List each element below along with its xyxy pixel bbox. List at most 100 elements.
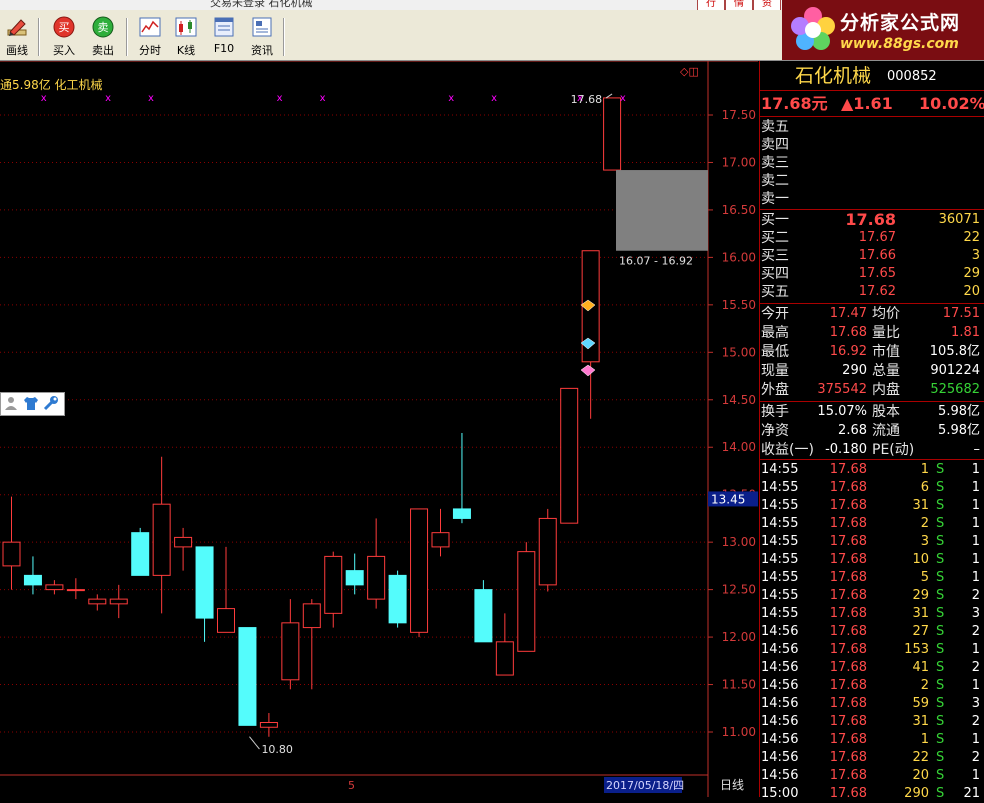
price-tick-label: 13.00 bbox=[722, 535, 756, 549]
tick-row: 14:55 17.68 31 S 1 bbox=[759, 497, 984, 515]
candle-up bbox=[217, 608, 235, 633]
tick-time: 14:55 bbox=[761, 462, 799, 477]
stat-row: 收益(一) -0.180 PE(动) – bbox=[759, 441, 984, 459]
gap-box-label: 16.07 - 16.92 bbox=[619, 255, 693, 268]
tick-volume: 1 bbox=[920, 732, 929, 747]
kline-chart[interactable]: 17.50 17.00 16.50 16.00 15.50 15.00 14.50 14.00… bbox=[0, 61, 758, 797]
tick-price: 17.68 bbox=[829, 732, 867, 747]
tick-price: 17.68 bbox=[829, 624, 867, 639]
candle-down bbox=[131, 532, 150, 576]
stat-value: 16.92 bbox=[829, 344, 867, 359]
tick-row: 14:56 17.68 22 S 2 bbox=[759, 749, 984, 767]
sell-button[interactable]: 卖 卖出 bbox=[86, 14, 120, 58]
low-pointer bbox=[249, 736, 260, 750]
candle-up bbox=[410, 508, 429, 633]
tick-count: 3 bbox=[971, 696, 980, 711]
stat-value: 5.98亿 bbox=[938, 423, 980, 438]
tick-volume: 31 bbox=[912, 714, 929, 729]
stat-label: 外盘 bbox=[761, 382, 789, 398]
f10-button[interactable]: F10 bbox=[207, 14, 241, 58]
signal-marker: x bbox=[491, 93, 497, 104]
tick-price: 17.68 bbox=[829, 678, 867, 693]
tick-row: 14:55 17.68 5 S 1 bbox=[759, 569, 984, 587]
sell-level-label: 卖五 bbox=[761, 119, 789, 135]
toolbar-separator bbox=[38, 18, 40, 56]
kline-chart-canvas[interactable]: 17.50 17.00 16.50 16.00 15.50 15.00 14.50 14.00… bbox=[0, 61, 758, 797]
tick-count: 21 bbox=[963, 786, 980, 801]
draw-line-button[interactable]: 画线 bbox=[0, 14, 34, 58]
sell-level-row: 卖五 bbox=[759, 118, 984, 136]
tick-time: 15:00 bbox=[761, 786, 799, 801]
tick-side: S bbox=[936, 588, 945, 603]
news-icon bbox=[252, 17, 272, 37]
stat-row: 外盘 375542 内盘 525682 bbox=[759, 381, 984, 399]
sell-level-row: 卖三 bbox=[759, 154, 984, 172]
buy-level-volume: 20 bbox=[963, 284, 980, 299]
tick-price: 17.68 bbox=[829, 768, 867, 783]
tick-volume: 5 bbox=[920, 570, 929, 585]
buy-level-row: 买一 17.68 36071 bbox=[759, 211, 984, 229]
date-label: 2017/05/18/四 bbox=[606, 779, 684, 792]
tick-time: 14:56 bbox=[761, 696, 799, 711]
stat-label: 最低 bbox=[761, 344, 789, 360]
tick-row: 14:56 17.68 1 S 1 bbox=[759, 731, 984, 749]
tick-price: 17.68 bbox=[829, 480, 867, 495]
tick-price: 17.68 bbox=[829, 696, 867, 711]
price-change: ▲1.61 bbox=[841, 94, 893, 113]
candle-up bbox=[66, 589, 85, 592]
signal-marker: x bbox=[148, 93, 154, 104]
tick-volume: 41 bbox=[912, 660, 929, 675]
tick-time: 14:56 bbox=[761, 624, 799, 639]
tick-time: 14:55 bbox=[761, 606, 799, 621]
site-logo: 分析家公式网 www.88gs.com bbox=[782, 0, 984, 60]
tick-side: S bbox=[936, 732, 945, 747]
candle-down bbox=[195, 546, 214, 619]
buy-level-volume: 22 bbox=[963, 230, 980, 245]
tick-volume: 31 bbox=[912, 498, 929, 513]
gap-box bbox=[616, 170, 708, 251]
tick-side: S bbox=[936, 786, 945, 801]
person-icon[interactable] bbox=[3, 395, 19, 411]
stat-value: 17.47 bbox=[829, 306, 867, 321]
tick-row: 14:56 17.68 59 S 3 bbox=[759, 695, 984, 713]
tick-volume: 6 bbox=[920, 480, 929, 495]
period-label: 日线 bbox=[720, 778, 744, 792]
signal-marker: x bbox=[320, 93, 326, 104]
tick-count: 2 bbox=[971, 624, 980, 639]
stock-name: 石化机械 bbox=[795, 65, 872, 87]
tick-volume: 290 bbox=[904, 786, 929, 801]
buy-level-price: 17.66 bbox=[858, 248, 896, 263]
tick-side: S bbox=[936, 660, 945, 675]
tick-count: 1 bbox=[971, 678, 980, 693]
kline-icon bbox=[175, 17, 197, 37]
wrench-icon[interactable] bbox=[43, 395, 59, 411]
news-button[interactable]: 资讯 bbox=[245, 14, 279, 58]
stat-label: 市值 bbox=[872, 344, 900, 360]
shirt-icon[interactable] bbox=[23, 395, 39, 411]
signal-marker: x bbox=[105, 93, 111, 104]
intraday-button[interactable]: 分时 bbox=[133, 14, 167, 58]
stat-label: 收益(一) bbox=[761, 442, 814, 458]
stat-value: 15.07% bbox=[817, 404, 867, 419]
stat-label: 净资 bbox=[761, 423, 789, 439]
menu-item-quote[interactable]: 行 bbox=[697, 0, 725, 10]
stat-value: – bbox=[973, 442, 981, 457]
candle-up bbox=[517, 551, 536, 652]
sell-level-row: 卖一 bbox=[759, 190, 984, 208]
sell-level-row: 卖四 bbox=[759, 136, 984, 154]
buy-level-price: 17.68 bbox=[845, 210, 896, 229]
stat-value: 901224 bbox=[930, 363, 980, 378]
stock-code: 000852 bbox=[887, 69, 937, 84]
stat-value: 290 bbox=[842, 363, 867, 378]
buy-button[interactable]: 买 买入 bbox=[47, 14, 81, 58]
divider bbox=[759, 303, 984, 304]
price-tick-label: 14.00 bbox=[722, 440, 756, 454]
tick-time: 14:56 bbox=[761, 678, 799, 693]
kline-button[interactable]: K线 bbox=[169, 14, 203, 58]
tick-time: 14:55 bbox=[761, 570, 799, 585]
divider bbox=[759, 90, 984, 91]
menu-item-info[interactable]: 情 bbox=[725, 0, 753, 10]
menu-item-data[interactable]: 资 bbox=[753, 0, 781, 10]
divider bbox=[759, 401, 984, 402]
tick-price: 17.68 bbox=[829, 606, 867, 621]
